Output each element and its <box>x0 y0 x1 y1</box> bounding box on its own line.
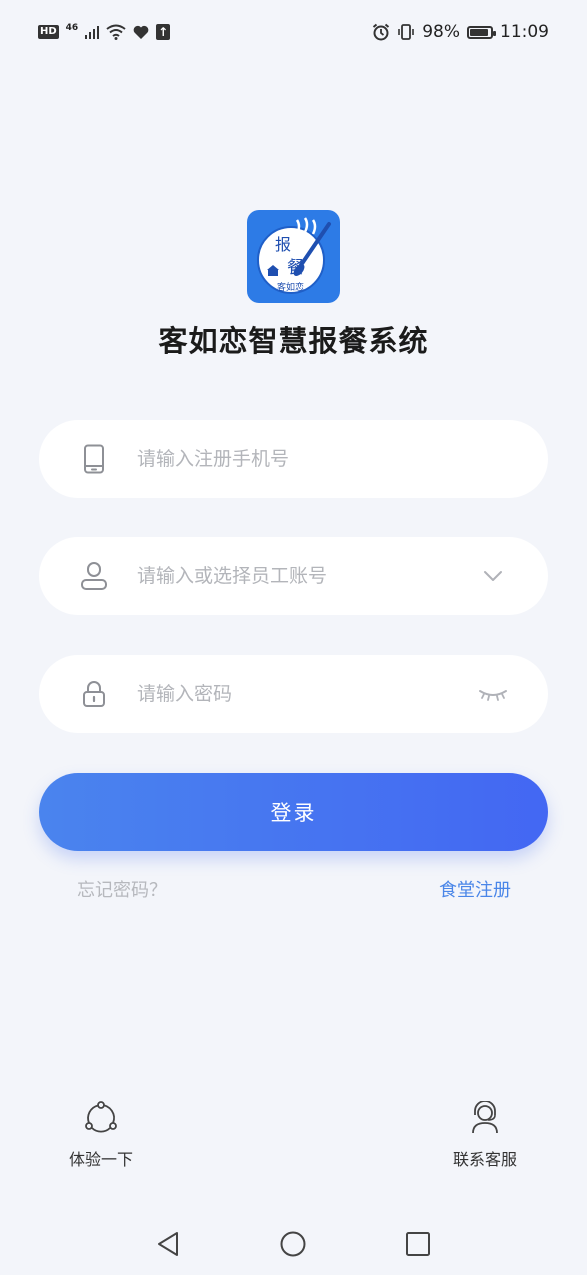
system-nav-bar <box>0 1215 587 1271</box>
account-field[interactable] <box>39 537 548 615</box>
logo-char-main: 报 <box>275 235 291 254</box>
logo-char-sub: 餐 <box>287 258 304 278</box>
logo-brand-text: 客如恋 <box>277 281 304 293</box>
login-button[interactable]: 登录 <box>39 773 548 851</box>
recents-nav-icon[interactable] <box>403 1229 433 1259</box>
status-right: 98% 11:09 <box>372 22 549 42</box>
try-demo-label: 体验一下 <box>68 1150 133 1169</box>
network-type: 46 <box>65 23 79 33</box>
clock: 11:09 <box>500 22 549 42</box>
user-icon <box>79 561 109 591</box>
contact-support-label: 联系客服 <box>452 1150 517 1169</box>
headset-icon <box>425 1100 545 1136</box>
login-screen: HD 46 ↑ 98% 11:09 报 餐 客如恋 客如恋智慧报餐系统 请输入注… <box>0 0 587 1275</box>
wifi-icon <box>106 24 126 40</box>
eye-closed-icon[interactable] <box>478 679 508 709</box>
signal-icon <box>85 26 100 39</box>
forgot-password-link[interactable]: 忘记密码？ <box>77 876 167 902</box>
password-field[interactable] <box>39 655 548 733</box>
password-input[interactable] <box>135 682 459 706</box>
upload-icon: ↑ <box>156 24 171 40</box>
account-input[interactable] <box>135 564 459 588</box>
app-logo: 报 餐 客如恋 <box>247 210 340 303</box>
try-demo-button[interactable]: 体验一下 <box>41 1100 161 1170</box>
battery-icon <box>467 25 496 39</box>
vibrate-icon <box>398 24 415 40</box>
phone-icon <box>79 444 109 474</box>
canteen-register-link[interactable]: 食堂注册 <box>439 876 511 902</box>
phone-field[interactable] <box>39 420 548 498</box>
status-bar: HD 46 ↑ 98% 11:09 <box>0 0 587 64</box>
lock-icon <box>79 679 109 709</box>
chevron-down-icon[interactable] <box>478 561 508 591</box>
alarm-icon <box>373 23 390 41</box>
app-title: 客如恋智慧报餐系统 <box>158 324 429 358</box>
home-nav-icon[interactable] <box>278 1229 308 1259</box>
back-nav-icon[interactable] <box>153 1229 183 1259</box>
status-left: HD 46 ↑ <box>38 23 171 40</box>
battery-fill <box>470 28 488 36</box>
battery-percent: 98% <box>422 22 460 42</box>
share-icon <box>41 1100 161 1136</box>
heart-icon <box>133 25 149 39</box>
phone-input[interactable] <box>135 447 459 471</box>
contact-support-button[interactable]: 联系客服 <box>425 1100 545 1170</box>
hd-icon: HD <box>38 25 59 39</box>
logo-graphic: 报 餐 客如恋 <box>257 217 331 294</box>
